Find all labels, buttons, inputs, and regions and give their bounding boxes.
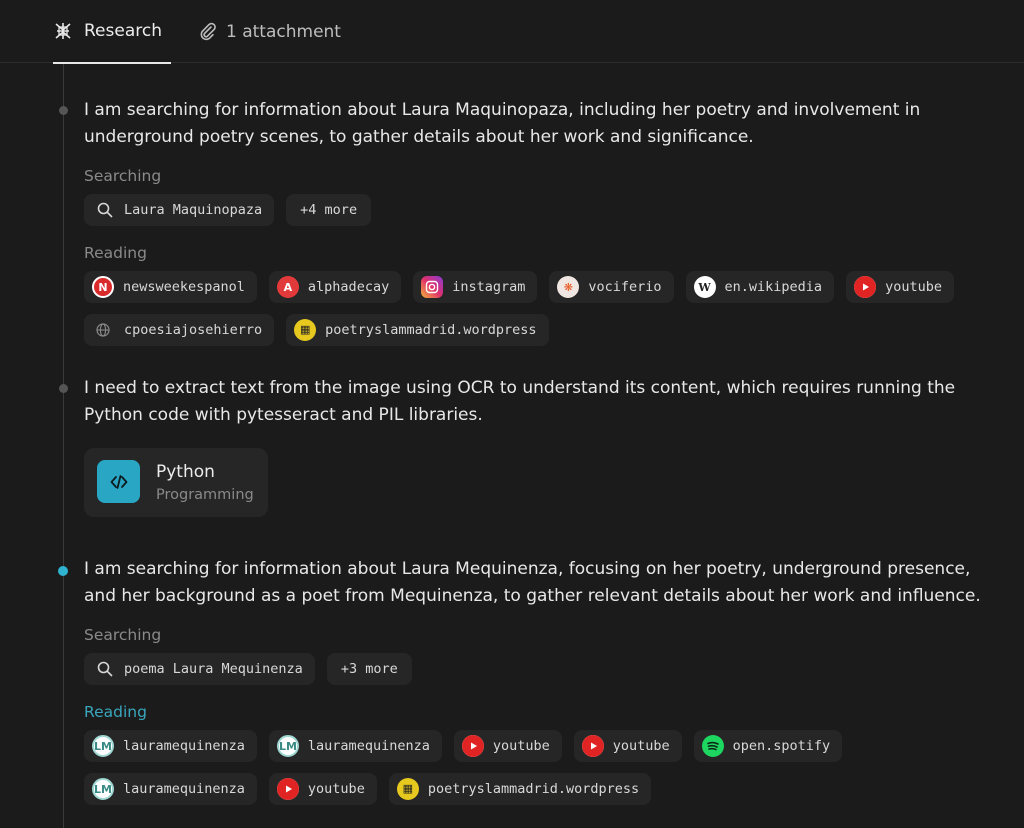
search-query-chip[interactable]: Laura Maquinopaza [84,194,275,226]
step-1: I am searching for information about Lau… [84,97,1004,352]
source-chip[interactable]: open.spotify [693,730,843,762]
source-chip[interactable]: youtube [453,730,562,762]
search-query-chip[interactable]: poema Laura Mequinenza [84,653,315,685]
source-chip[interactable]: LM lauramequinenza [84,730,257,762]
youtube-icon [581,735,604,757]
tab-research[interactable]: Research [53,0,171,64]
python-tool-card[interactable]: Python Programming [84,448,268,517]
newsweek-icon: N [92,276,114,298]
step-text: I am searching for information about Lau… [84,100,921,147]
searching-label: Searching [84,167,162,185]
wikipedia-icon: W [693,276,716,298]
tab-research-label: Research [84,21,162,41]
youtube-icon [854,276,877,298]
paperclip-icon [198,22,218,42]
alphadecay-icon: A [276,276,299,298]
source-chip[interactable]: LM lauramequinenza [84,773,257,805]
source-chips-row-2: LM lauramequinenza youtube ▦ poetryslammad… [84,773,652,805]
source-chip[interactable]: youtube [573,730,682,762]
search-more-chip[interactable]: +4 more [286,194,372,226]
timeline-dot-active [58,566,68,576]
tool-title: Python [156,462,215,482]
source-chip[interactable]: Wen.wikipedia [685,271,835,303]
lauramequinenza-icon: LM [276,735,299,757]
lauramequinenza-icon: LM [92,778,114,800]
youtube-icon [276,778,299,800]
search-chips: Laura Maquinopaza +4 more [84,194,372,226]
source-chip[interactable]: LM lauramequinenza [268,730,442,762]
source-chip[interactable]: instagram [413,271,538,303]
source-chip[interactable]: cpoesiajosehierro [84,314,275,346]
source-chips-row-1: LM lauramequinenza LM lauramequinenza yout… [84,730,843,762]
search-chips: poema Laura Mequinenza +3 more [84,653,412,685]
source-chip[interactable]: ▦ poetryslammadrid.wordpress [286,314,549,346]
lauramequinenza-icon: LM [92,735,114,757]
reading-label: Reading [84,703,147,721]
source-chips-row-2: cpoesiajosehierro ▦ poetryslammadrid.word… [84,314,549,346]
search-icon [96,660,114,678]
search-icon [96,201,114,219]
tab-attachments-label: 1 attachment [226,21,341,42]
search-more-chip[interactable]: +3 more [326,653,412,685]
header-tabs: Research 1 attachment [0,0,1024,64]
research-logo-icon [53,21,73,41]
step-3: I am searching for information about Lau… [84,556,1004,816]
step-text: I need to extract text from the image us… [84,378,956,425]
step-2: I need to extract text from the image us… [84,375,1004,520]
timeline-dot [59,384,68,393]
vociferio-icon: ❋ [557,276,580,298]
source-chip[interactable]: ❋ vociferio [549,271,674,303]
instagram-icon [421,276,444,298]
timeline-line [63,64,64,828]
tab-attachments[interactable]: 1 attachment [198,0,341,63]
poetryslam-icon: ▦ [294,319,317,341]
source-chip[interactable]: youtube [268,773,377,805]
source-chip[interactable]: Nnewsweekespanol [84,271,257,303]
searching-label: Searching [84,626,162,644]
globe-icon [95,322,111,338]
source-chip[interactable]: ▦ poetryslammadrid.wordpress [388,773,652,805]
timeline-dot [59,106,68,115]
source-chip[interactable]: youtube [846,271,954,303]
source-chips-row-1: Nnewsweekespanol Aalphadecay instagram ❋… [84,271,954,303]
spotify-icon [701,735,724,757]
reading-label: Reading [84,244,147,262]
youtube-icon [461,735,484,757]
step-text: I am searching for information about Lau… [84,559,981,606]
code-icon [97,460,140,503]
tool-subtitle: Programming [156,487,254,503]
source-chip[interactable]: Aalphadecay [268,271,402,303]
poetryslam-icon: ▦ [396,778,419,800]
